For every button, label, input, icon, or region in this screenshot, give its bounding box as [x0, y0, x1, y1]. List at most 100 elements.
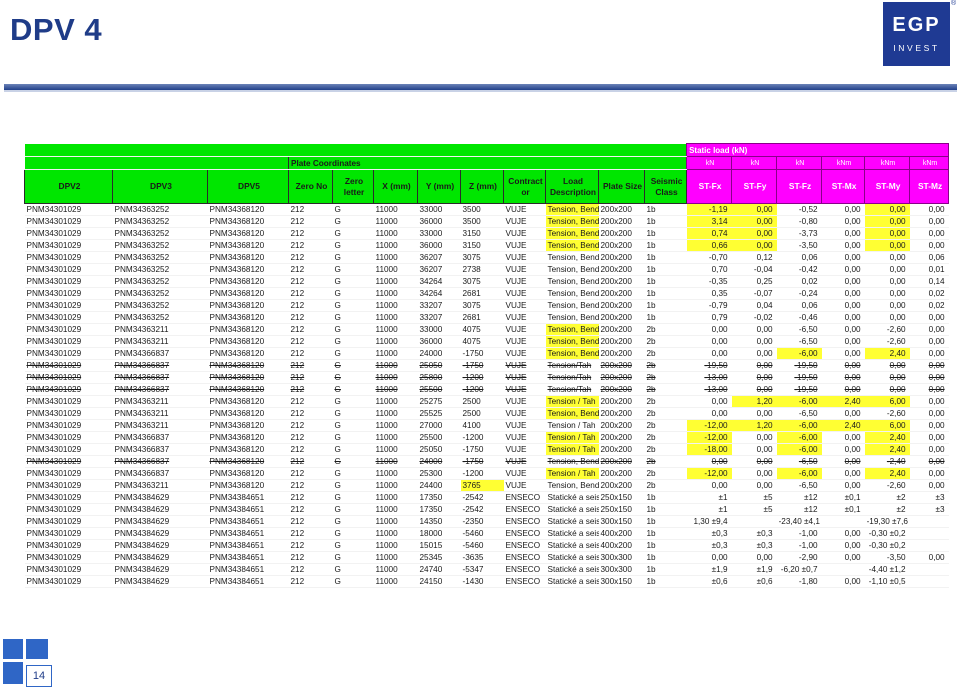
table-cell: 200x200 [598, 455, 645, 468]
table-cell: 0,00 [731, 443, 777, 456]
table-cell: VUJE [503, 263, 546, 276]
header-divider-shadow [4, 90, 957, 92]
table-cell: 14350 [417, 515, 461, 528]
table-cell: 0,00 [686, 335, 732, 348]
table-cell: PNM34384651 [207, 503, 289, 516]
table-cell: 11000 [373, 575, 418, 588]
table-cell: 212 [288, 407, 333, 420]
table-cell: -19,50 [686, 359, 732, 372]
table-cell: 0,00 [821, 251, 865, 264]
table-cell: 0,00 [821, 575, 865, 588]
column-header: ST-Fy [731, 169, 778, 204]
table-cell: PNM34384651 [207, 551, 289, 564]
table-cell: -6,00 [776, 419, 822, 432]
table-cell: 24000 [417, 347, 461, 360]
table-cell: PNM34301029 [24, 203, 113, 216]
table-cell: G [332, 443, 374, 456]
table-cell: 0,66 [686, 239, 732, 252]
table-cell: 1b [644, 491, 687, 504]
table-cell: -3,73 [776, 227, 822, 240]
table-cell: 0,00 [821, 431, 865, 444]
table-row: PNM34301029 PNM34363252 PNM34368120 212 G 110… [24, 203, 949, 216]
table-cell: 0,00 [821, 551, 865, 564]
column-header: Z (mm) [460, 169, 504, 204]
table-cell: 3150 [460, 227, 504, 240]
table-cell: -5460 [460, 539, 504, 552]
table-cell: ENSECO [503, 503, 546, 516]
table-cell: G [332, 287, 374, 300]
table-cell: 11000 [373, 299, 418, 312]
table-cell: -6,00 [776, 467, 822, 480]
table-cell: 11000 [373, 275, 418, 288]
table-cell: 11000 [373, 563, 418, 576]
table-cell: 0,00 [864, 239, 910, 252]
table-cell: 0,00 [731, 239, 777, 252]
table-cell: ±1,9 [686, 563, 732, 576]
table-cell: G [332, 227, 374, 240]
table-cell: PNM34368120 [207, 299, 289, 312]
table-cell: 1b [644, 527, 687, 540]
table-cell: 200x200 [598, 407, 645, 420]
table-cell: 0,00 [821, 347, 865, 360]
table-cell: 200x200 [598, 323, 645, 336]
table-cell: 36000 [417, 335, 461, 348]
table-cell: G [332, 539, 374, 552]
table-cell: PNM34366837 [112, 467, 208, 480]
table-cell: 0,00 [731, 479, 777, 492]
table-cell: 0,00 [821, 239, 865, 252]
table-cell: PNM34363252 [112, 227, 208, 240]
table-cell: VUJE [503, 479, 546, 492]
table-cell: 11000 [373, 407, 418, 420]
table-cell: ±0,1 [821, 491, 865, 504]
table-cell: 2b [644, 335, 687, 348]
table-cell: G [332, 431, 374, 444]
table-cell: PNM34368120 [207, 443, 289, 456]
table-cell: 0,00 [909, 407, 949, 420]
table-cell: 212 [288, 575, 333, 588]
table-cell: 0,00 [731, 203, 777, 216]
table-cell: G [332, 203, 374, 216]
table-cell: ±0,3 [686, 539, 732, 552]
table-cell: -0,07 [731, 287, 777, 300]
table-cell: -19,50 [776, 371, 822, 384]
table-cell: 0,00 [821, 263, 865, 276]
table-cell: 1b [644, 575, 687, 588]
table-cell: 11000 [373, 491, 418, 504]
table-cell: 400x200 [598, 539, 645, 552]
table-cell: Tension, Bend [545, 407, 599, 420]
table-cell: 212 [288, 383, 333, 396]
table-cell: -1750 [460, 359, 504, 372]
table-cell: 3500 [460, 215, 504, 228]
table-cell: -4,40 ±1,2 [864, 563, 910, 576]
table-cell [821, 563, 865, 576]
table-cell: 2b [644, 371, 687, 384]
table-cell: Statické a seis [545, 551, 599, 564]
table-cell: 0,00 [821, 371, 865, 384]
table-cell: -1,10 ±0,5 [864, 575, 910, 588]
column-header: Zero letter [332, 169, 374, 204]
table-cell: Tension, Bend [545, 335, 599, 348]
table-cell: PNM34384629 [112, 563, 208, 576]
table-cell: 2b [644, 431, 687, 444]
table-cell: VUJE [503, 287, 546, 300]
table-cell: 3150 [460, 239, 504, 252]
table-cell: PNM34368120 [207, 227, 289, 240]
table-cell: 1b [644, 299, 687, 312]
table-cell: PNM34301029 [24, 227, 113, 240]
table-cell: PNM34368120 [207, 395, 289, 408]
table-cell: -0,70 [686, 251, 732, 264]
table-cell: -5347 [460, 563, 504, 576]
table-cell: Tension, Bend [545, 251, 599, 264]
table-cell: 212 [288, 503, 333, 516]
table-cell: 0,00 [864, 251, 910, 264]
column-header: ST-Fz [776, 169, 823, 204]
table-cell: -1750 [460, 347, 504, 360]
table-cell: 0,00 [686, 455, 732, 468]
table-cell: 2b [644, 323, 687, 336]
table-cell: -2,90 [776, 551, 822, 564]
table-cell: 2738 [460, 263, 504, 276]
table-cell: VUJE [503, 275, 546, 288]
table-cell: 200x200 [598, 227, 645, 240]
table-row: PNM34301029 PNM34363252 PNM34368120 212 G 110… [24, 227, 949, 240]
table-cell [909, 563, 949, 576]
